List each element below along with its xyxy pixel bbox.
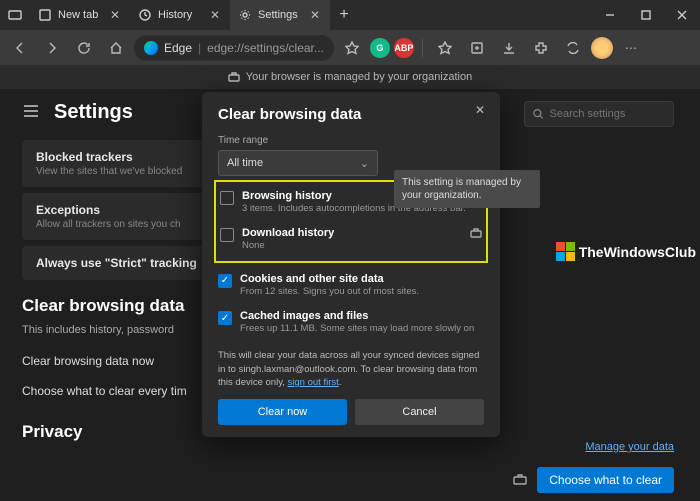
menu-icon[interactable] xyxy=(22,102,40,123)
back-button[interactable] xyxy=(6,34,34,62)
newtab-icon xyxy=(38,8,52,22)
watermark: TheWindowsClub xyxy=(556,242,696,261)
time-range-select[interactable]: All time ⌄ xyxy=(218,150,378,176)
url-text: edge://settings/clear... xyxy=(207,41,324,55)
checkbox[interactable] xyxy=(220,228,234,242)
tab-actions-icon[interactable] xyxy=(0,0,30,30)
collections-icon[interactable] xyxy=(463,34,491,62)
clear-now-button[interactable]: Clear now xyxy=(218,399,347,425)
search-input[interactable] xyxy=(550,108,666,120)
maximize-button[interactable] xyxy=(628,0,664,30)
titlebar: New tab ✕ History ✕ Settings ✕ + xyxy=(0,0,700,30)
extension-abp[interactable]: ABP xyxy=(394,38,414,58)
new-tab-button[interactable]: + xyxy=(330,0,358,30)
briefcase-icon xyxy=(228,71,240,83)
cancel-button[interactable]: Cancel xyxy=(355,399,484,425)
check-download-history[interactable]: Download history None xyxy=(220,221,482,258)
managed-tooltip: This setting is managed by your organiza… xyxy=(394,170,540,208)
sign-out-link[interactable]: sign out first xyxy=(288,377,339,388)
briefcase-icon xyxy=(470,227,482,239)
org-banner: Your browser is managed by your organiza… xyxy=(0,65,700,89)
checkbox[interactable]: ✓ xyxy=(218,311,232,325)
sync-icon[interactable] xyxy=(559,34,587,62)
tab-label: Settings xyxy=(258,9,302,21)
dialog-close-button[interactable]: ✕ xyxy=(470,100,490,120)
close-button[interactable] xyxy=(664,0,700,30)
dialog-title: Clear browsing data xyxy=(218,106,484,123)
downloads-icon[interactable] xyxy=(495,34,523,62)
extensions-icon[interactable] xyxy=(527,34,555,62)
close-icon[interactable]: ✕ xyxy=(308,8,322,22)
history-icon xyxy=(138,8,152,22)
gear-icon xyxy=(238,8,252,22)
check-cookies[interactable]: ✓ Cookies and other site data From 12 si… xyxy=(218,267,484,304)
minimize-button[interactable] xyxy=(592,0,628,30)
close-icon[interactable]: ✕ xyxy=(108,8,122,22)
search-settings[interactable] xyxy=(524,101,674,127)
extension-grammarly[interactable]: G xyxy=(370,38,390,58)
tab-history[interactable]: History ✕ xyxy=(130,0,230,30)
checkbox[interactable] xyxy=(220,191,234,205)
check-cached[interactable]: ✓ Cached images and files Frees up 11.1 … xyxy=(218,304,484,341)
chevron-down-icon: ⌄ xyxy=(360,157,369,170)
time-range-label: Time range xyxy=(218,135,484,146)
choose-what-to-clear-button[interactable]: Choose what to clear xyxy=(537,467,674,493)
refresh-button[interactable] xyxy=(70,34,98,62)
tab-settings[interactable]: Settings ✕ xyxy=(230,0,330,30)
search-icon xyxy=(533,108,544,120)
address-bar[interactable]: Edge | edge://settings/clear... xyxy=(134,35,334,61)
page-title: Settings xyxy=(54,101,133,124)
close-icon[interactable]: ✕ xyxy=(208,8,222,22)
briefcase-icon xyxy=(513,473,527,487)
tab-label: New tab xyxy=(58,9,102,21)
menu-button[interactable]: ⋯ xyxy=(617,34,645,62)
favorite-button[interactable] xyxy=(338,34,366,62)
favorites-icon[interactable] xyxy=(431,34,459,62)
org-banner-text: Your browser is managed by your organiza… xyxy=(246,71,472,83)
tab-newtab[interactable]: New tab ✕ xyxy=(30,0,130,30)
tab-label: History xyxy=(158,9,202,21)
profile-avatar[interactable] xyxy=(591,37,613,59)
clear-browsing-data-dialog: ✕ Clear browsing data Time range All tim… xyxy=(202,92,500,437)
edge-icon xyxy=(144,41,158,55)
forward-button[interactable] xyxy=(38,34,66,62)
brand-text: Edge xyxy=(164,41,192,55)
manage-data-link[interactable]: Manage your data xyxy=(585,441,674,453)
toolbar: Edge | edge://settings/clear... G ABP ⋯ xyxy=(0,30,700,65)
checkbox[interactable]: ✓ xyxy=(218,274,232,288)
home-button[interactable] xyxy=(102,34,130,62)
dialog-note: This will clear your data across all you… xyxy=(218,349,484,389)
